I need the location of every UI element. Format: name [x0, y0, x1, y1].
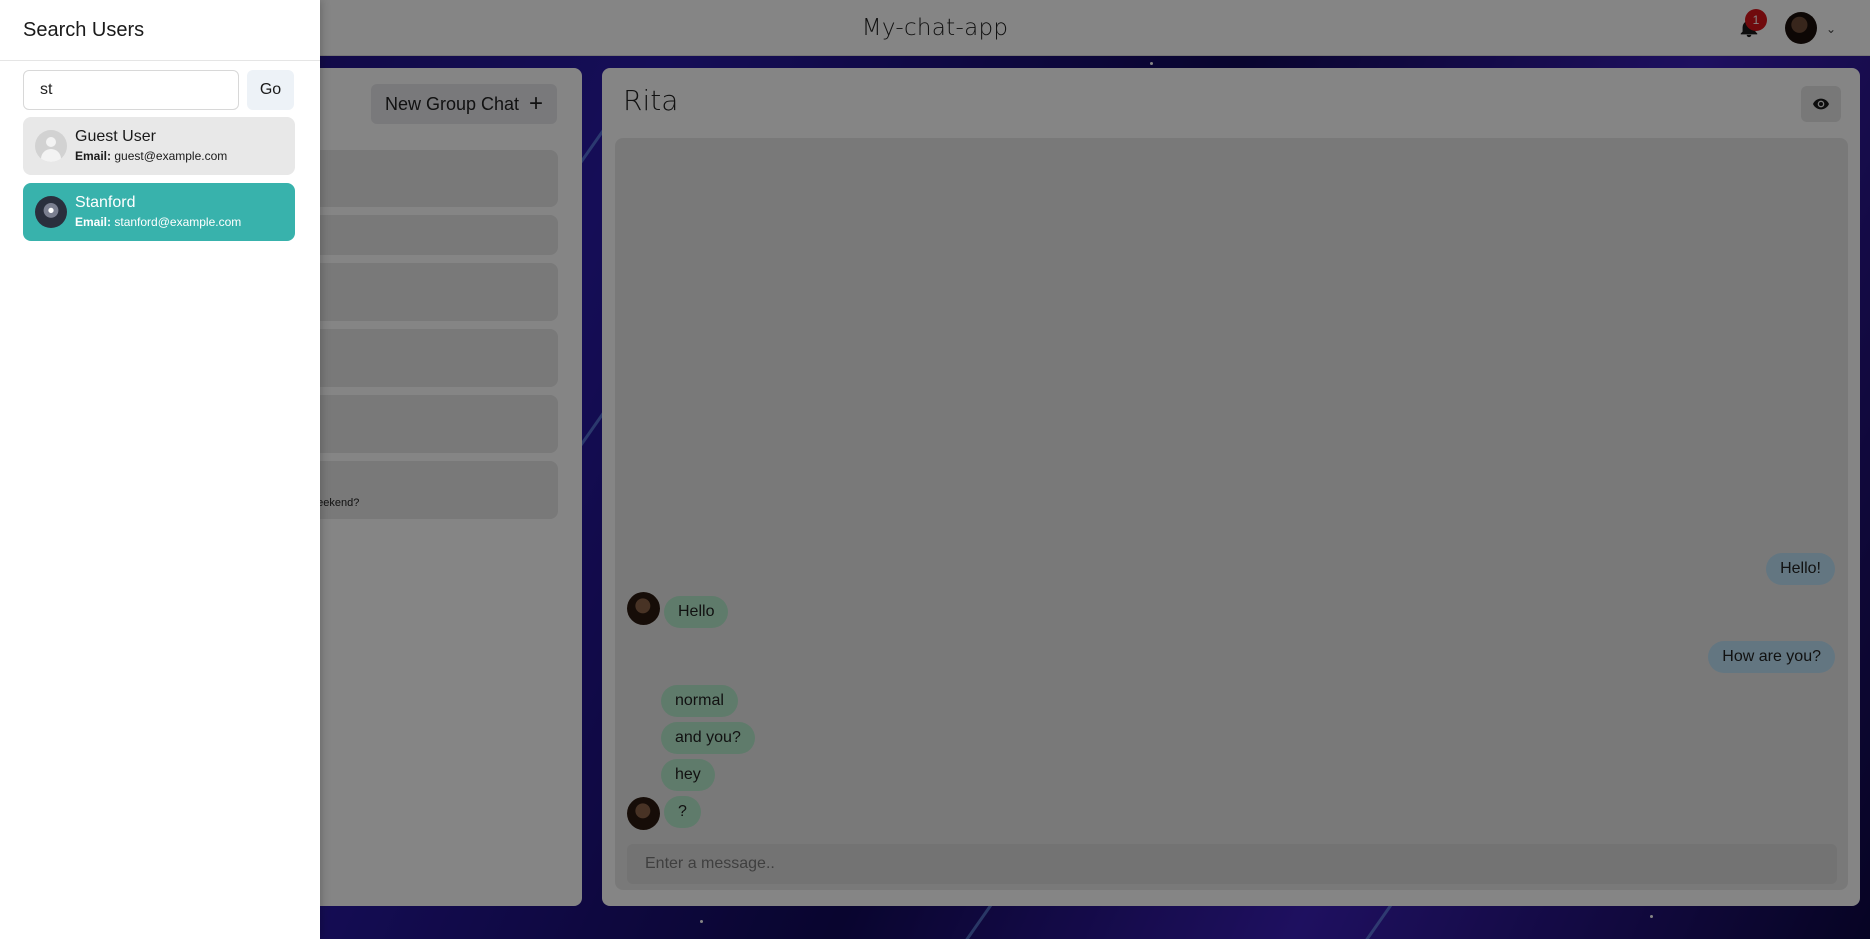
user-email: stanford@example.com — [114, 215, 242, 229]
user-name: Guest User — [75, 128, 156, 145]
user-list-item[interactable]: Stanford Email: stanford@example.com — [23, 183, 295, 241]
email-label: Email: — [75, 215, 112, 229]
search-input[interactable] — [23, 70, 239, 110]
user-avatar — [35, 196, 67, 228]
user-info: Stanford Email: stanford@example.com — [75, 193, 241, 231]
user-email-line: Email: guest@example.com — [75, 147, 227, 165]
user-info: Guest User Email: guest@example.com — [75, 127, 227, 165]
user-placeholder-icon — [35, 130, 67, 162]
user-email: guest@example.com — [114, 149, 228, 163]
search-users-drawer: Search Users Go Guest User Email: guest@… — [0, 0, 320, 939]
go-button[interactable]: Go — [247, 70, 294, 110]
user-name: Stanford — [75, 194, 136, 211]
drawer-header: Search Users — [0, 0, 320, 61]
search-row: Go — [23, 70, 294, 110]
user-list-item[interactable]: Guest User Email: guest@example.com — [23, 117, 295, 175]
email-label: Email: — [75, 149, 112, 163]
drawer-title: Search Users — [23, 18, 145, 41]
user-email-line: Email: stanford@example.com — [75, 213, 241, 231]
